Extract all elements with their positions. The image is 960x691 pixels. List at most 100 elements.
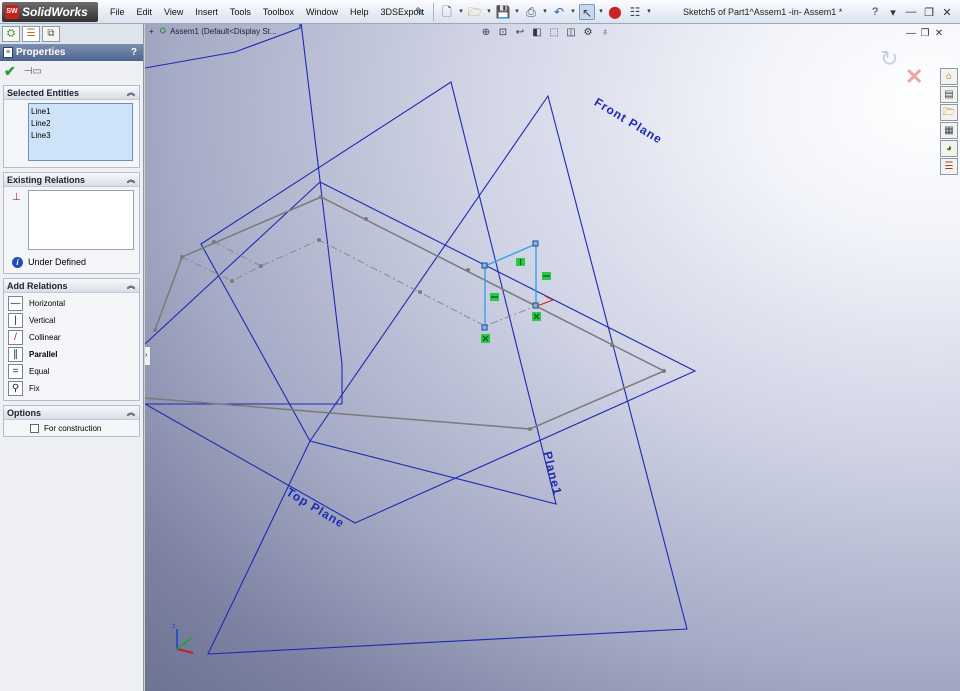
panel-expand-handle[interactable]: › bbox=[145, 346, 151, 366]
open-dropdown-icon[interactable]: ▾ bbox=[485, 4, 493, 20]
add-relations-header[interactable]: Add Relations ︽ bbox=[4, 279, 139, 293]
view-palette-icon[interactable]: ▦ bbox=[940, 122, 958, 139]
close-button[interactable]: ✕ bbox=[938, 6, 956, 19]
menu-edit[interactable]: Edit bbox=[131, 0, 159, 24]
menu-window[interactable]: Window bbox=[300, 0, 344, 24]
existing-relations-header[interactable]: Existing Relations ︽ bbox=[4, 173, 139, 187]
relation-parallel[interactable]: ∥ Parallel bbox=[4, 346, 139, 363]
relation-equal[interactable]: = Equal bbox=[4, 363, 139, 380]
menu-toolbox[interactable]: Toolbox bbox=[257, 0, 300, 24]
zoom-area-icon[interactable]: ⊡ bbox=[496, 26, 510, 40]
menu-help[interactable]: Help bbox=[344, 0, 375, 24]
collinear-icon[interactable]: / bbox=[8, 330, 23, 345]
select-arrow-icon[interactable]: ↖ bbox=[579, 4, 595, 20]
sketch-point[interactable] bbox=[259, 264, 263, 268]
vertical-icon[interactable]: | bbox=[8, 313, 23, 328]
horizontal-icon[interactable]: — bbox=[8, 296, 23, 311]
zoom-to-fit-icon[interactable]: ⊕ bbox=[479, 26, 493, 40]
print-dropdown-icon[interactable]: ▾ bbox=[541, 4, 549, 20]
selected-lines[interactable] bbox=[484, 242, 537, 328]
endpoint-handle[interactable] bbox=[532, 240, 539, 247]
fix-anchor-icon[interactable]: ⚲ bbox=[8, 381, 23, 396]
plane1[interactable] bbox=[200, 81, 557, 505]
properties-help-icon[interactable]: ? bbox=[131, 44, 137, 61]
selected-entities-header[interactable]: Selected Entities ︽ bbox=[4, 86, 139, 100]
design-library-icon[interactable]: ▤ bbox=[940, 86, 958, 103]
list-item[interactable]: Line3 bbox=[31, 130, 130, 142]
sketch-point[interactable] bbox=[528, 427, 532, 431]
view-orientation-icon[interactable]: ⬚ bbox=[547, 26, 561, 40]
options-header[interactable]: Options ︽ bbox=[4, 406, 139, 420]
menu-file[interactable]: File bbox=[104, 0, 131, 24]
sketch-point[interactable] bbox=[466, 268, 470, 272]
collapse-chevron-icon[interactable]: ︽ bbox=[127, 86, 135, 100]
restore-button[interactable]: ❐ bbox=[920, 6, 938, 19]
confirmation-accept-icon[interactable]: ↻ bbox=[880, 46, 898, 72]
sketch-point[interactable] bbox=[153, 328, 157, 332]
help-icon[interactable]: ? bbox=[866, 6, 884, 18]
menu-insert[interactable]: Insert bbox=[189, 0, 224, 24]
endpoint-handle[interactable] bbox=[481, 324, 488, 331]
configuration-manager-tab-icon[interactable]: ⧉ bbox=[42, 26, 60, 42]
help-dropdown-icon[interactable]: ▾ bbox=[884, 6, 902, 19]
pin-menu-icon[interactable]: ✎ bbox=[412, 4, 428, 20]
collapse-chevron-icon[interactable]: ︽ bbox=[127, 406, 135, 420]
list-item[interactable]: Line2 bbox=[31, 118, 130, 130]
options-dropdown-icon[interactable]: ▾ bbox=[645, 4, 653, 20]
new-document-icon[interactable]: 🗋 bbox=[439, 4, 455, 20]
print-icon[interactable]: ⎙ bbox=[523, 4, 539, 20]
options-icon[interactable]: ☷ bbox=[627, 4, 643, 20]
construction-line[interactable] bbox=[213, 241, 262, 267]
feature-manager-tab-icon[interactable]: ⛭ bbox=[2, 26, 20, 42]
endpoint-handle[interactable] bbox=[481, 262, 488, 269]
appearances-icon[interactable]: ◕ bbox=[940, 140, 958, 157]
open-folder-icon[interactable]: 🗁 bbox=[467, 4, 483, 20]
minimize-button[interactable]: — bbox=[902, 6, 920, 18]
menu-view[interactable]: View bbox=[158, 0, 189, 24]
sketch-point[interactable] bbox=[212, 240, 216, 244]
sketch-point[interactable] bbox=[610, 343, 614, 347]
display-style-icon[interactable]: ◫ bbox=[564, 26, 578, 40]
ok-checkmark-icon[interactable]: ✔ bbox=[4, 63, 16, 80]
save-dropdown-icon[interactable]: ▾ bbox=[513, 4, 521, 20]
home-icon[interactable]: ⌂ bbox=[940, 68, 958, 85]
sketch-point[interactable] bbox=[317, 238, 321, 242]
pushpin-icon[interactable]: ⊣▭ bbox=[24, 66, 42, 77]
existing-relations-list[interactable] bbox=[28, 190, 134, 250]
relation-collinear[interactable]: / Collinear bbox=[4, 329, 139, 346]
hide-show-icon[interactable]: ⚙ bbox=[581, 26, 595, 40]
model-canvas[interactable]: z bbox=[145, 24, 960, 691]
right-plane-edge[interactable] bbox=[299, 24, 343, 404]
confirmation-cancel-icon[interactable]: ✕ bbox=[905, 64, 923, 90]
collapse-chevron-icon[interactable]: ︽ bbox=[127, 279, 135, 293]
save-icon[interactable]: 💾 bbox=[495, 4, 511, 20]
previous-view-icon[interactable]: ↩ bbox=[513, 26, 527, 40]
solidworks-logo[interactable]: SW SolidWorks bbox=[2, 2, 98, 22]
for-construction-checkbox[interactable] bbox=[30, 423, 39, 433]
graphics-viewport[interactable]: z + ⛭ Assem1 (Default<Display St... ⊕ ⊡ … bbox=[145, 24, 960, 691]
sketch-point[interactable] bbox=[230, 279, 234, 283]
viewport-restore-button[interactable]: ❐ bbox=[918, 28, 932, 39]
list-item[interactable]: Line1 bbox=[31, 106, 130, 118]
undo-icon[interactable]: ↶ bbox=[551, 4, 567, 20]
section-view-icon[interactable]: ◧ bbox=[530, 26, 544, 40]
parallel-icon[interactable]: ∥ bbox=[8, 347, 23, 362]
relation-vertical[interactable]: | Vertical bbox=[4, 312, 139, 329]
relation-fix[interactable]: ⚲ Fix bbox=[4, 380, 139, 397]
new-dropdown-icon[interactable]: ▾ bbox=[457, 4, 465, 20]
selected-entities-list[interactable]: Line1 Line2 Line3 bbox=[28, 103, 133, 161]
expand-icon[interactable]: + bbox=[149, 27, 154, 36]
menu-tools[interactable]: Tools bbox=[224, 0, 257, 24]
viewport-minimize-button[interactable]: — bbox=[904, 28, 918, 39]
collapse-chevron-icon[interactable]: ︽ bbox=[127, 173, 135, 187]
sketch-point[interactable] bbox=[418, 290, 422, 294]
sketch-point[interactable] bbox=[364, 217, 368, 221]
sketch-point[interactable] bbox=[319, 195, 323, 199]
tree-item-assem1[interactable]: Assem1 (Default<Display St... bbox=[170, 27, 276, 36]
construction-line[interactable] bbox=[181, 239, 537, 327]
equal-icon[interactable]: = bbox=[8, 364, 23, 379]
sketch-point[interactable] bbox=[662, 369, 666, 373]
relation-horizontal[interactable]: — Horizontal bbox=[4, 295, 139, 312]
top-plane[interactable] bbox=[145, 181, 697, 524]
undo-dropdown-icon[interactable]: ▾ bbox=[569, 4, 577, 20]
